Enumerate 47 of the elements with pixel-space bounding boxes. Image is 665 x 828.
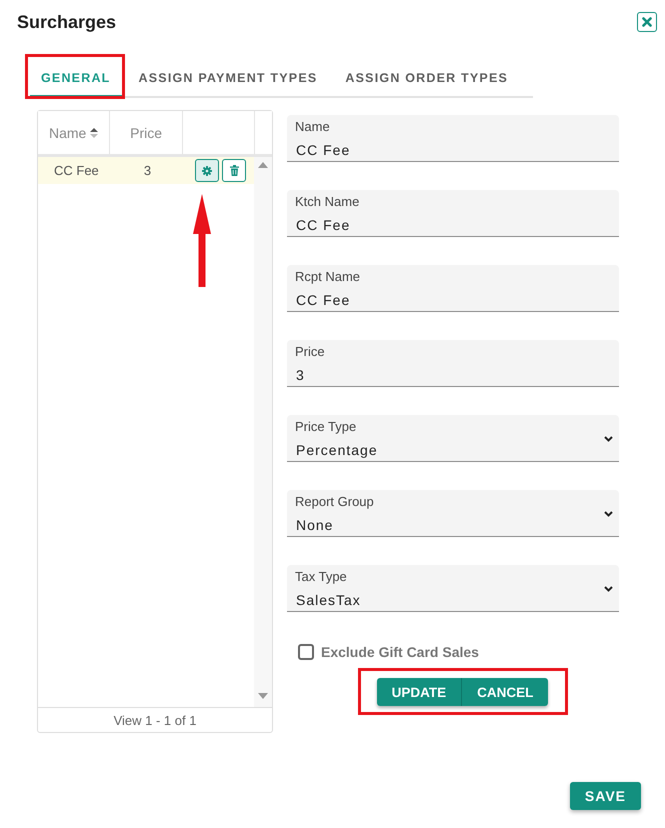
select-field[interactable]: Report Group None [287, 490, 619, 537]
field-value: CC Fee [295, 216, 352, 234]
trash-icon [230, 165, 238, 176]
pager-info: View 1 - 1 of 1 [38, 707, 272, 732]
field-value: Percentage [295, 441, 379, 459]
field-value: SalesTax [295, 591, 362, 609]
chevron-down-icon [604, 586, 613, 592]
field-value: 3 [295, 366, 306, 384]
field-label: Price [295, 344, 326, 360]
text-field[interactable]: Price 3 [287, 340, 619, 387]
tab[interactable]: ASSIGN PAYMENT TYPES [128, 58, 328, 98]
edit-button[interactable] [195, 159, 219, 182]
field-label: Price Type [295, 419, 358, 435]
select-field[interactable]: Tax Type SalesTax [287, 565, 619, 612]
text-field[interactable]: Rcpt Name CC Fee [287, 265, 619, 312]
table-cell-text: CC Fee [53, 163, 100, 178]
scroll-up-icon[interactable] [258, 162, 268, 168]
table-row[interactable]: CC Fee 3 [38, 157, 254, 184]
text-field[interactable]: Ktch Name CC Fee [287, 190, 619, 237]
scroll-down-icon[interactable] [258, 693, 268, 699]
checkbox-label[interactable]: Exclude Gift Card Sales [321, 644, 479, 660]
save-button[interactable]: SAVE [570, 782, 641, 810]
field-label: Rcpt Name [295, 269, 362, 285]
close-button[interactable] [637, 12, 657, 32]
table-cell-text: 3 [142, 163, 152, 178]
column-header[interactable]: Name [38, 111, 110, 154]
scrollbar[interactable] [254, 157, 272, 707]
field-label: Report Group [295, 494, 375, 510]
field-label: Name [295, 119, 331, 135]
tab[interactable]: GENERAL [30, 58, 122, 98]
checkbox[interactable] [298, 644, 314, 660]
field-value: None [295, 516, 334, 534]
text-field[interactable]: Name CC Fee [287, 115, 619, 162]
delete-button[interactable] [222, 159, 246, 182]
field-value: CC Fee [295, 141, 352, 159]
secondary-action-button[interactable]: CANCEL [462, 678, 548, 706]
field-label: Tax Type [295, 569, 348, 585]
primary-action-button[interactable]: UPDATE [376, 678, 462, 706]
field-value: CC Fee [295, 291, 352, 309]
select-field[interactable]: Price Type Percentage [287, 415, 619, 462]
tab[interactable]: ASSIGN ORDER TYPES [334, 58, 520, 98]
dialog-title: Surcharges [17, 11, 116, 34]
gear-icon [202, 166, 212, 176]
field-label: Ktch Name [295, 194, 360, 210]
chevron-down-icon [604, 511, 613, 517]
chevron-down-icon [604, 436, 613, 442]
close-icon [642, 17, 652, 27]
